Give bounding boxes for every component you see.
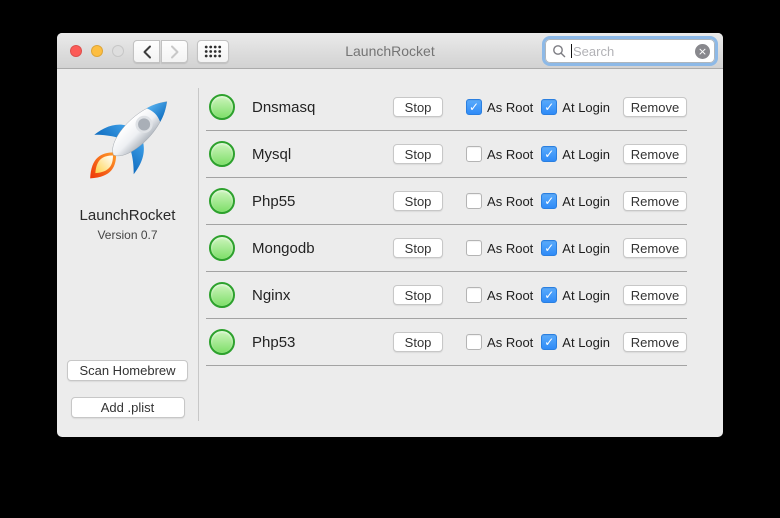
- at-login-label: At Login: [562, 100, 610, 115]
- as-root-option[interactable]: As Root: [466, 193, 533, 209]
- stop-button[interactable]: Stop: [393, 97, 443, 117]
- nav-buttons: [133, 40, 188, 63]
- stop-button[interactable]: Stop: [393, 144, 443, 164]
- as-root-label: As Root: [487, 147, 533, 162]
- stop-button[interactable]: Stop: [393, 332, 443, 352]
- status-running-icon: [209, 94, 235, 120]
- chevron-right-icon: [170, 45, 180, 59]
- at-login-label: At Login: [562, 147, 610, 162]
- service-name: Nginx: [252, 287, 393, 304]
- zoom-button[interactable]: [112, 45, 124, 57]
- status-running-icon: [209, 235, 235, 261]
- at-login-option[interactable]: At Login: [541, 287, 610, 303]
- service-name: Dnsmasq: [252, 99, 393, 116]
- as-root-option[interactable]: As Root: [466, 334, 533, 350]
- as-root-checkbox[interactable]: [466, 240, 482, 256]
- as-root-checkbox[interactable]: [466, 146, 482, 162]
- at-login-checkbox[interactable]: [541, 240, 557, 256]
- remove-button[interactable]: Remove: [623, 191, 687, 211]
- status-running-icon: [209, 329, 235, 355]
- forward-button[interactable]: [161, 40, 188, 63]
- minimize-button[interactable]: [91, 45, 103, 57]
- as-root-option[interactable]: As Root: [466, 240, 533, 256]
- service-row: Php53 Stop As Root At Login Remove: [206, 319, 687, 366]
- at-login-label: At Login: [562, 241, 610, 256]
- app-name: LaunchRocket: [80, 207, 176, 224]
- service-row: Mongodb Stop As Root At Login Remove: [206, 225, 687, 272]
- as-root-option[interactable]: As Root: [466, 287, 533, 303]
- as-root-checkbox[interactable]: [466, 99, 482, 115]
- at-login-label: At Login: [562, 288, 610, 303]
- status-running-icon: [209, 141, 235, 167]
- app-version: Version 0.7: [97, 228, 157, 242]
- as-root-label: As Root: [487, 194, 533, 209]
- clear-search-icon[interactable]: ×: [695, 44, 710, 59]
- at-login-option[interactable]: At Login: [541, 334, 610, 350]
- service-list: Dnsmasq Stop As Root At Login Remove Mys…: [199, 70, 723, 437]
- search-field[interactable]: ×: [545, 39, 715, 63]
- search-input[interactable]: [573, 44, 695, 59]
- service-name: Mysql: [252, 146, 393, 163]
- traffic-lights: [70, 45, 124, 57]
- remove-button[interactable]: Remove: [623, 332, 687, 352]
- text-caret: [571, 44, 572, 58]
- service-name: Mongodb: [252, 240, 393, 257]
- at-login-option[interactable]: At Login: [541, 240, 610, 256]
- service-name: Php53: [252, 334, 393, 351]
- as-root-label: As Root: [487, 335, 533, 350]
- as-root-option[interactable]: As Root: [466, 146, 533, 162]
- stop-button[interactable]: Stop: [393, 191, 443, 211]
- back-button[interactable]: [133, 40, 160, 63]
- at-login-option[interactable]: At Login: [541, 99, 610, 115]
- remove-button[interactable]: Remove: [623, 144, 687, 164]
- show-all-button[interactable]: [197, 40, 229, 63]
- status-running-icon: [209, 282, 235, 308]
- as-root-label: As Root: [487, 100, 533, 115]
- grid-icon: [204, 45, 222, 58]
- at-login-checkbox[interactable]: [541, 287, 557, 303]
- at-login-checkbox[interactable]: [541, 334, 557, 350]
- at-login-checkbox[interactable]: [541, 193, 557, 209]
- rocket-logo: [73, 78, 183, 203]
- chevron-left-icon: [142, 45, 152, 59]
- add-plist-button[interactable]: Add .plist: [71, 397, 185, 418]
- stop-button[interactable]: Stop: [393, 285, 443, 305]
- as-root-label: As Root: [487, 288, 533, 303]
- status-running-icon: [209, 188, 235, 214]
- service-row: Php55 Stop As Root At Login Remove: [206, 178, 687, 225]
- as-root-checkbox[interactable]: [466, 193, 482, 209]
- service-row: Nginx Stop As Root At Login Remove: [206, 272, 687, 319]
- close-button[interactable]: [70, 45, 82, 57]
- service-row: Dnsmasq Stop As Root At Login Remove: [206, 84, 687, 131]
- remove-button[interactable]: Remove: [623, 97, 687, 117]
- service-row: Mysql Stop As Root At Login Remove: [206, 131, 687, 178]
- at-login-checkbox[interactable]: [541, 146, 557, 162]
- at-login-option[interactable]: At Login: [541, 146, 610, 162]
- at-login-checkbox[interactable]: [541, 99, 557, 115]
- remove-button[interactable]: Remove: [623, 285, 687, 305]
- at-login-option[interactable]: At Login: [541, 193, 610, 209]
- as-root-option[interactable]: As Root: [466, 99, 533, 115]
- service-name: Php55: [252, 193, 393, 210]
- window-body: LaunchRocket Version 0.7 Scan Homebrew A…: [57, 70, 723, 437]
- sidebar: LaunchRocket Version 0.7 Scan Homebrew A…: [57, 70, 198, 437]
- at-login-label: At Login: [562, 194, 610, 209]
- as-root-label: As Root: [487, 241, 533, 256]
- as-root-checkbox[interactable]: [466, 287, 482, 303]
- at-login-label: At Login: [562, 335, 610, 350]
- titlebar: LaunchRocket ×: [57, 33, 723, 69]
- scan-homebrew-button[interactable]: Scan Homebrew: [67, 360, 188, 381]
- launchrocket-window: LaunchRocket ×: [57, 33, 723, 437]
- remove-button[interactable]: Remove: [623, 238, 687, 258]
- stop-button[interactable]: Stop: [393, 238, 443, 258]
- as-root-checkbox[interactable]: [466, 334, 482, 350]
- search-icon: [552, 44, 566, 58]
